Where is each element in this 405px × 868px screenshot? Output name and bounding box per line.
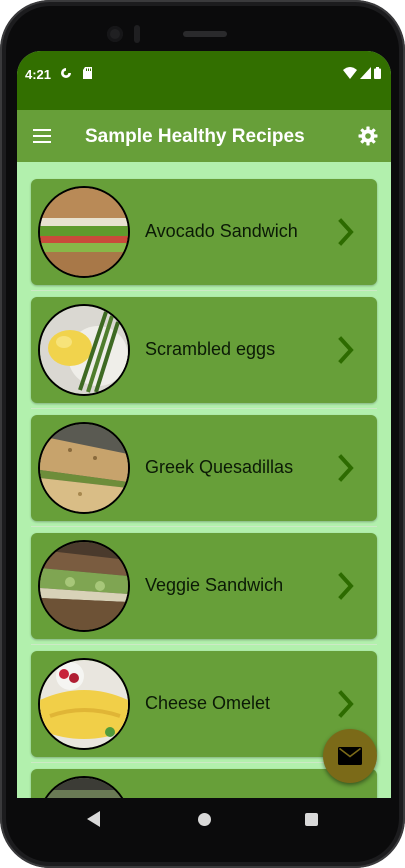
divider xyxy=(31,290,377,291)
battery-icon xyxy=(374,67,381,79)
earpiece-speaker xyxy=(183,31,227,37)
chevron-right-icon[interactable] xyxy=(337,690,357,718)
recipe-name: Greek Quesadillas xyxy=(145,457,294,477)
cheese-omelet-photo xyxy=(38,658,130,750)
recipe-name: Scrambled eggs xyxy=(145,339,276,359)
recipe-name: Avocado Sandwich xyxy=(145,221,298,241)
recipe-card[interactable]: Avocado Sandwich xyxy=(31,179,377,285)
chevron-right-icon[interactable] xyxy=(337,336,357,364)
avocado-sandwich-photo xyxy=(38,186,130,278)
signal-icon xyxy=(360,67,371,79)
scrambled-eggs-photo xyxy=(38,304,130,396)
divider xyxy=(31,408,377,409)
hamburger-menu-icon[interactable] xyxy=(29,123,55,149)
status-time: 4:21 xyxy=(25,67,52,82)
recipe-card[interactable]: Greek Quesadillas xyxy=(31,415,377,521)
gear-icon[interactable] xyxy=(355,123,381,149)
recipe-name: Cheese Omelet xyxy=(145,693,271,713)
back-icon[interactable] xyxy=(87,811,101,827)
status-icons xyxy=(343,67,381,79)
home-icon[interactable] xyxy=(198,813,211,826)
greek-quesadillas-photo xyxy=(38,422,130,514)
recipe-card[interactable]: Cheese Omelet xyxy=(31,651,377,757)
recipe-name: Veggie Sandwich xyxy=(145,575,284,595)
recipe-photo-partial xyxy=(38,776,130,798)
system-nav-bar xyxy=(17,798,391,842)
veggie-sandwich-photo xyxy=(38,540,130,632)
front-camera xyxy=(107,26,123,42)
app-screen: 4:21 Sample Healthy Recipes Avocado Sand… xyxy=(17,51,391,798)
chevron-right-icon[interactable] xyxy=(337,454,357,482)
chevron-right-icon[interactable] xyxy=(337,218,357,246)
recipe-card-partial[interactable] xyxy=(31,769,377,798)
recipe-list[interactable]: Avocado Sandwich Scrambled eggs Greek Qu… xyxy=(17,162,391,798)
recipe-card[interactable]: Scrambled eggs xyxy=(31,297,377,403)
wifi-icon xyxy=(343,67,357,79)
sd-card-icon xyxy=(83,67,92,79)
mail-fab-button[interactable] xyxy=(323,729,377,783)
sync-icon xyxy=(61,67,72,78)
mail-icon xyxy=(338,747,362,765)
recipe-card[interactable]: Veggie Sandwich xyxy=(31,533,377,639)
status-bar: 4:21 xyxy=(17,51,391,110)
chevron-right-icon[interactable] xyxy=(337,572,357,600)
app-title: Sample Healthy Recipes xyxy=(85,126,305,147)
divider xyxy=(31,644,377,645)
app-bar: Sample Healthy Recipes xyxy=(17,110,391,162)
recents-icon[interactable] xyxy=(305,813,318,826)
proximity-sensor xyxy=(134,25,140,43)
divider xyxy=(31,526,377,527)
